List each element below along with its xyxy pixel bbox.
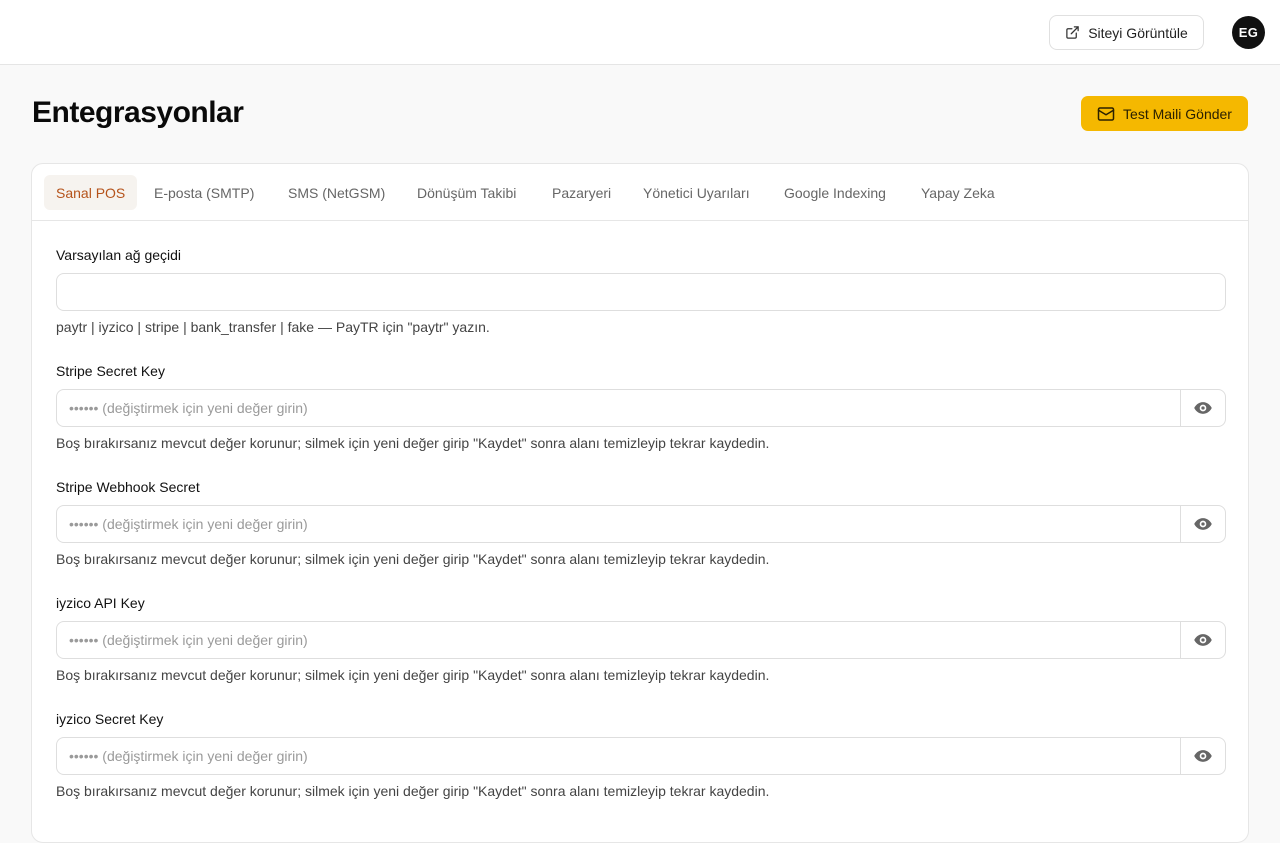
stripe-secret-key-label: Stripe Secret Key — [56, 363, 165, 379]
tab-label: Google Indexing — [784, 184, 886, 201]
avatar[interactable]: EG — [1232, 16, 1265, 49]
tab-donusum-takibi[interactable]: Dönüşüm Takibi — [405, 175, 528, 210]
tab-google-indexing[interactable]: Google Indexing — [772, 175, 898, 210]
eye-icon — [1194, 750, 1212, 762]
iyzico-secret-key-group — [56, 737, 1226, 775]
eye-icon — [1194, 634, 1212, 646]
tab-label: SMS (NetGSM) — [288, 184, 386, 201]
eye-icon — [1194, 402, 1212, 414]
view-site-label: Siteyi Görüntüle — [1088, 24, 1188, 41]
tab-e-posta[interactable]: E-posta (SMTP) — [142, 175, 266, 210]
iyzico-api-key-label: iyzico API Key — [56, 595, 145, 611]
page-title: Entegrasyonlar — [32, 96, 244, 129]
gateway-hint: paytr | iyzico | stripe | bank_transfer … — [56, 319, 490, 335]
settings-card: Sanal POS E-posta (SMTP) SMS (NetGSM) Dö… — [31, 163, 1249, 843]
iyzico-api-key-hint: Boş bırakırsanız mevcut değer korunur; s… — [56, 667, 770, 683]
iyzico-secret-key-reveal-button[interactable] — [1180, 738, 1225, 774]
eye-icon — [1194, 518, 1212, 530]
gateway-input[interactable] — [56, 273, 1226, 311]
tab-bar: Sanal POS E-posta (SMTP) SMS (NetGSM) Dö… — [32, 164, 1248, 221]
tab-label: Yapay Zeka — [921, 184, 995, 201]
external-link-icon — [1066, 26, 1079, 39]
tab-sanal-pos[interactable]: Sanal POS — [44, 175, 138, 210]
stripe-webhook-secret-reveal-button[interactable] — [1180, 506, 1225, 542]
mail-icon — [1097, 106, 1115, 121]
tab-label: Yönetici Uyarıları — [643, 184, 750, 201]
tab-label: Dönüşüm Takibi — [417, 184, 517, 201]
stripe-secret-key-hint: Boş bırakırsanız mevcut değer korunur; s… — [56, 435, 770, 451]
iyzico-api-key-group — [56, 621, 1226, 659]
tab-label: E-posta (SMTP) — [154, 184, 255, 201]
stripe-secret-key-input[interactable] — [57, 390, 1180, 426]
avatar-initials: EG — [1238, 25, 1259, 40]
top-bar: Siteyi Görüntüle EG — [0, 0, 1280, 65]
stripe-webhook-secret-label: Stripe Webhook Secret — [56, 479, 200, 495]
tab-label: Pazaryeri — [552, 184, 612, 201]
iyzico-secret-key-input[interactable] — [57, 738, 1180, 774]
tab-label: Sanal POS — [56, 184, 126, 201]
stripe-webhook-secret-hint: Boş bırakırsanız mevcut değer korunur; s… — [56, 551, 770, 567]
iyzico-api-key-reveal-button[interactable] — [1180, 622, 1225, 658]
stripe-secret-key-group — [56, 389, 1226, 427]
iyzico-secret-key-hint: Boş bırakırsanız mevcut değer korunur; s… — [56, 783, 770, 799]
tab-yonetici-uyarilari[interactable]: Yönetici Uyarıları — [631, 175, 762, 210]
stripe-webhook-secret-group — [56, 505, 1226, 543]
tab-yapay-zeka[interactable]: Yapay Zeka — [909, 175, 1007, 210]
test-mail-button[interactable]: Test Maili Gönder — [1081, 96, 1248, 131]
iyzico-api-key-input[interactable] — [57, 622, 1180, 658]
test-mail-label: Test Maili Gönder — [1123, 105, 1232, 122]
view-site-button[interactable]: Siteyi Görüntüle — [1049, 15, 1204, 50]
tab-sms[interactable]: SMS (NetGSM) — [276, 175, 397, 210]
iyzico-secret-key-label: iyzico Secret Key — [56, 711, 164, 727]
stripe-secret-key-reveal-button[interactable] — [1180, 390, 1225, 426]
stripe-webhook-secret-input[interactable] — [57, 506, 1180, 542]
gateway-label: Varsayılan ağ geçidi — [56, 247, 182, 263]
tab-pazaryeri[interactable]: Pazaryeri — [540, 175, 623, 210]
